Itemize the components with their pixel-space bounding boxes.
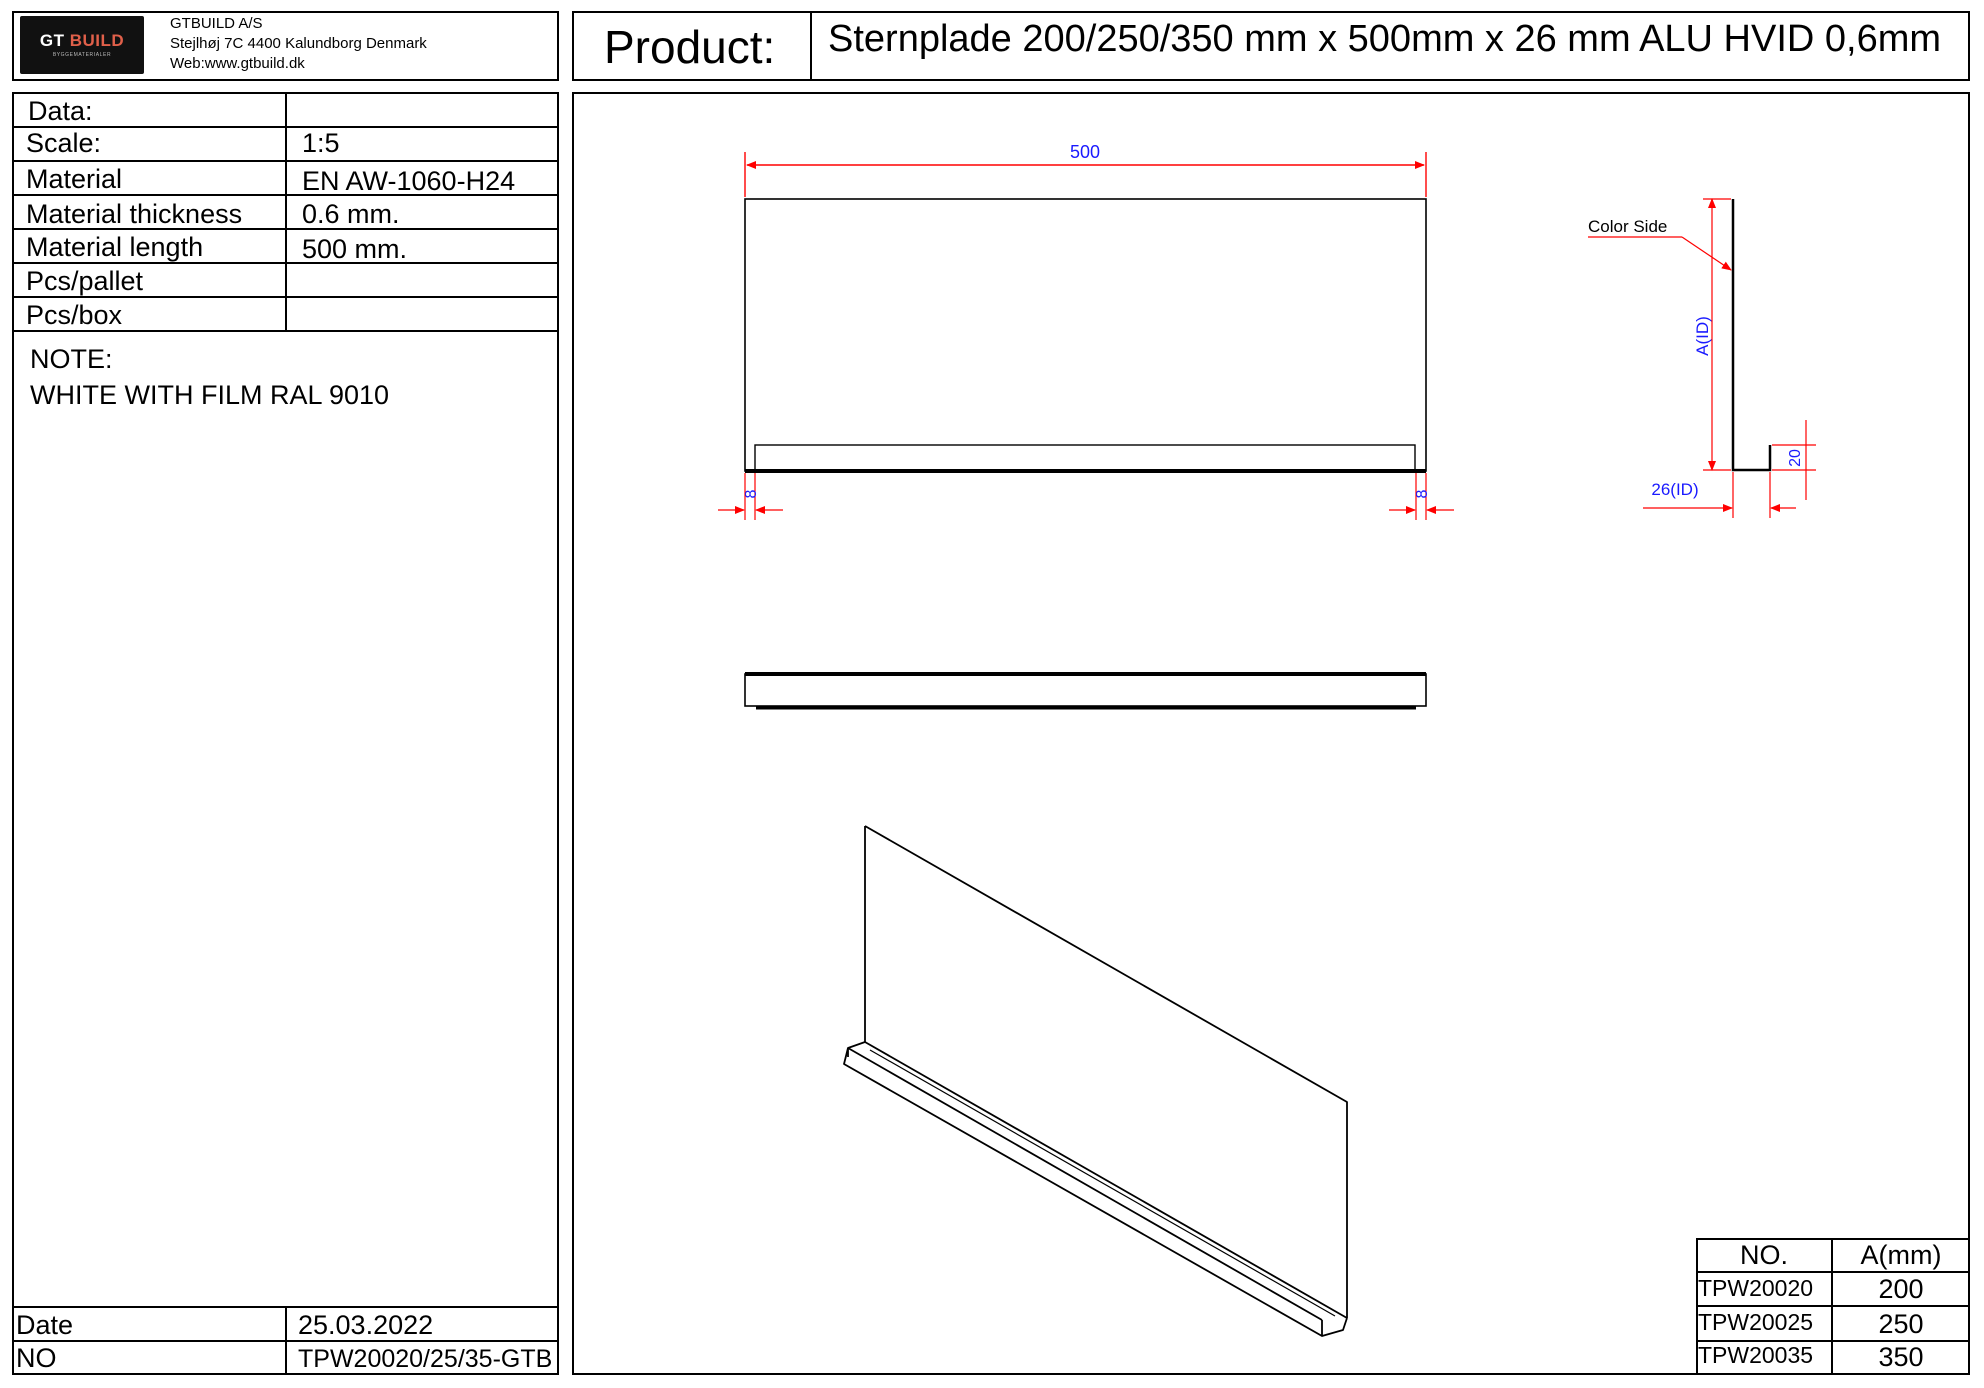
dimension-left-inset-text: 8 — [743, 489, 760, 498]
isometric-view — [843, 825, 1348, 1337]
dimension-left-inset: 8 — [718, 473, 783, 520]
variants-header-no: NO. — [1739, 1240, 1788, 1270]
front-view-flange — [754, 444, 1416, 472]
variant-row-3-no: TPW20035 — [1698, 1342, 1814, 1368]
front-view — [744, 198, 1427, 473]
variant-row-2-a: 250 — [1878, 1309, 1924, 1339]
dimension-length-text: 500 — [1070, 142, 1100, 162]
profile-outline — [1731, 199, 1772, 472]
variant-row-1-a: 200 — [1878, 1274, 1924, 1304]
dimension-right-inset-text: 8 — [1414, 489, 1431, 498]
front-view-panel — [744, 198, 1427, 472]
variant-row-3-a: 350 — [1878, 1342, 1924, 1372]
top-view — [744, 672, 1427, 710]
variants-header-a: A(mm) — [1860, 1240, 1942, 1270]
dimension-depth-text: 26(ID) — [1651, 480, 1698, 499]
dimension-right-inset: 8 — [1389, 473, 1454, 520]
dimension-length: 500 — [744, 142, 1427, 197]
variant-row-2-no: TPW20025 — [1698, 1309, 1814, 1335]
color-side-callout: Color Side — [1588, 217, 1667, 236]
technical-drawing: 500 8 8 A(ID) 20 26(ID) Color Side — [718, 142, 1816, 1337]
dimension-flange-text: 20 — [1787, 449, 1804, 467]
variant-row-1-no: TPW20020 — [1698, 1275, 1814, 1301]
profile-view: A(ID) 20 26(ID) Color Side — [1588, 198, 1816, 518]
dimension-height-text: A(ID) — [1693, 316, 1712, 356]
